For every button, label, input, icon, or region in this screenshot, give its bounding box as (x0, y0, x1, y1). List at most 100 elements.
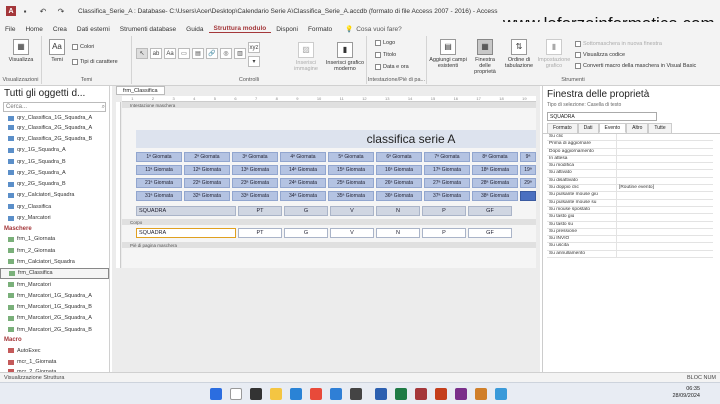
colori-button[interactable]: Colori (72, 44, 94, 50)
explorer-icon[interactable] (270, 388, 282, 400)
giornata-button[interactable]: 28ª Giornata (472, 178, 518, 188)
logo-button[interactable]: Logo (375, 40, 395, 46)
chrome-icon[interactable] (310, 388, 322, 400)
button-control-icon[interactable]: ▭ (178, 48, 190, 59)
giornata-button[interactable]: 27ª Giornata (424, 178, 470, 188)
property-row[interactable]: Su annullamento (547, 250, 713, 259)
tab-file[interactable]: File (0, 26, 20, 33)
header-p[interactable]: P (422, 206, 466, 216)
property-row[interactable]: In attesa (547, 155, 713, 164)
property-row[interactable]: Su tasto giù (547, 214, 713, 222)
inserisci-grafico-button[interactable]: ▮ Inserisci grafico moderno (324, 42, 366, 72)
textbox-control-icon[interactable]: ab (150, 48, 162, 59)
header-squadra[interactable]: SQUADRA (136, 206, 236, 216)
giornata-button[interactable]: 32ª Giornata (184, 191, 230, 201)
giornata-button[interactable]: 12ª Giornata (184, 165, 230, 175)
giornata-button[interactable]: 31ª Giornata (136, 191, 182, 201)
list-item[interactable]: qry_Calciatori_Squadra (0, 190, 109, 201)
label-control-icon[interactable]: Aa (164, 48, 176, 59)
field-gf[interactable]: GF (468, 228, 512, 238)
onenote-icon[interactable] (455, 388, 467, 400)
access-icon[interactable] (415, 388, 427, 400)
giornata-button[interactable]: 11ª Giornata (136, 165, 182, 175)
property-row[interactable]: Su clic (547, 134, 713, 142)
tab-tutte[interactable]: Tutte (648, 123, 672, 133)
impostazione-grafico-button[interactable]: ▮ Impostazione grafico (537, 39, 571, 69)
visualizza-codice-button[interactable]: Visualizza codice (575, 52, 625, 58)
nav-header[interactable]: Tutti gli oggetti d... (0, 86, 109, 100)
select-tool-icon[interactable]: ↖ (136, 48, 148, 59)
giornata-button[interactable]: 7ª Giornata (424, 152, 470, 162)
tab-evento[interactable]: Evento (598, 123, 627, 133)
clock[interactable]: 06:35 28/09/2024 (672, 386, 700, 400)
controls-more-icon[interactable]: ▾ (248, 56, 260, 67)
property-row[interactable]: Su tasto su (547, 221, 713, 229)
header-pt[interactable]: PT (238, 206, 282, 216)
hyperlink-control-icon[interactable]: 🔗 (206, 48, 218, 59)
giornata-button[interactable]: 19ª (520, 165, 536, 175)
nav-search-input[interactable]: Cerca... ⌕ (3, 102, 106, 112)
giornata-button[interactable]: 38ª Giornata (472, 191, 518, 201)
tab-home[interactable]: Home (20, 26, 47, 33)
giornata-button[interactable]: 37ª Giornata (424, 191, 470, 201)
list-item[interactable]: qry_1G_Squadra_A (0, 145, 109, 156)
section-header-bar[interactable]: Intestazione maschera (122, 102, 536, 108)
property-row[interactable]: Dopo aggiornamento (547, 148, 713, 156)
giornata-button[interactable]: 1ª Giornata (136, 152, 182, 162)
header-n[interactable]: N (376, 206, 420, 216)
list-item[interactable]: frm_Marcatori_2G_Squadra_A (0, 313, 109, 324)
tab-dati-esterni[interactable]: Dati esterni (72, 26, 115, 33)
list-item[interactable]: frm_Calciatori_Squadra (0, 256, 109, 267)
list-item[interactable]: frm_2_Giornata (0, 245, 109, 256)
redo-icon[interactable]: ↷ (54, 5, 68, 17)
converti-macro-button[interactable]: Converti macro della maschera in Visual … (575, 63, 696, 69)
list-item[interactable]: mcr_1_Giornata (0, 357, 109, 368)
section-footer-bar[interactable]: Piè di pagina maschera (122, 242, 536, 248)
giornata-button-selected[interactable] (520, 191, 536, 201)
list-item[interactable]: qry_Classifica_1G_Squadra_A (0, 114, 109, 122)
excel-icon[interactable] (395, 388, 407, 400)
list-item[interactable]: qry_2G_Squadra_B (0, 178, 109, 189)
field-g[interactable]: G (284, 228, 328, 238)
giornata-button[interactable]: 8ª Giornata (472, 152, 518, 162)
document-tab[interactable]: frm_Classifica (116, 86, 165, 95)
ordine-tabulazione-button[interactable]: ⇅ Ordine di tabulazione (503, 39, 535, 69)
tab-formato[interactable]: Formato (303, 26, 337, 33)
giornata-button[interactable]: 23ª Giornata (232, 178, 278, 188)
property-row[interactable]: Su disattivato (547, 177, 713, 186)
property-row[interactable]: Su uscita (547, 243, 713, 251)
list-item[interactable]: frm_1_Giornata (0, 234, 109, 245)
giornata-button[interactable]: 9ª (520, 152, 536, 162)
list-item[interactable]: qry_Classifica_2G_Squadra_A (0, 122, 109, 133)
tab-strumenti-database[interactable]: Strumenti database (115, 26, 181, 33)
finestra-proprieta-button[interactable]: ▦ Finestra delle proprietà (469, 39, 501, 75)
tell-me-box[interactable]: 💡 Cosa vuoi fare? (345, 25, 402, 34)
property-row-doppio-clic[interactable]: Su doppio clic [Routine evento] (547, 185, 713, 193)
navigation-control-icon[interactable]: ▥ (234, 48, 246, 59)
list-item[interactable]: frm_Marcatori_1G_Squadra_B (0, 301, 109, 312)
giornata-button[interactable]: 4ª Giornata (280, 152, 326, 162)
header-gf[interactable]: GF (468, 206, 512, 216)
list-item[interactable]: frm_Classifica (0, 267, 109, 279)
store-icon[interactable] (330, 388, 342, 400)
giornata-button[interactable]: 5ª Giornata (328, 152, 374, 162)
tipi-carattere-button[interactable]: Tipi di carattere (72, 59, 118, 65)
list-item[interactable]: AutoExec (0, 345, 109, 356)
giornata-button[interactable]: 33ª Giornata (232, 191, 278, 201)
giornata-button[interactable]: 36ª Giornata (376, 191, 422, 201)
list-item[interactable]: qry_Marcatori (0, 212, 109, 223)
tab-disponi[interactable]: Disponi (271, 26, 303, 33)
giornata-button[interactable]: 22ª Giornata (184, 178, 230, 188)
aggiungi-campi-button[interactable]: ▤ Aggiungi campi esistenti (429, 39, 467, 69)
property-row[interactable]: Su INVIO (547, 236, 713, 244)
property-row[interactable]: Su pressione (547, 228, 713, 237)
giornata-button[interactable]: 14ª Giornata (280, 165, 326, 175)
field-n[interactable]: N (376, 228, 420, 238)
property-row[interactable]: Su modifica (547, 163, 713, 171)
data-ora-button[interactable]: Data e ora (375, 64, 409, 70)
section-macro[interactable]: Macro (0, 335, 109, 345)
word-icon[interactable] (375, 388, 387, 400)
field-squadra[interactable]: SQUADRA (136, 228, 236, 238)
form-title[interactable]: classifica serie A (336, 132, 486, 146)
giornata-button[interactable]: 29ª (520, 178, 536, 188)
